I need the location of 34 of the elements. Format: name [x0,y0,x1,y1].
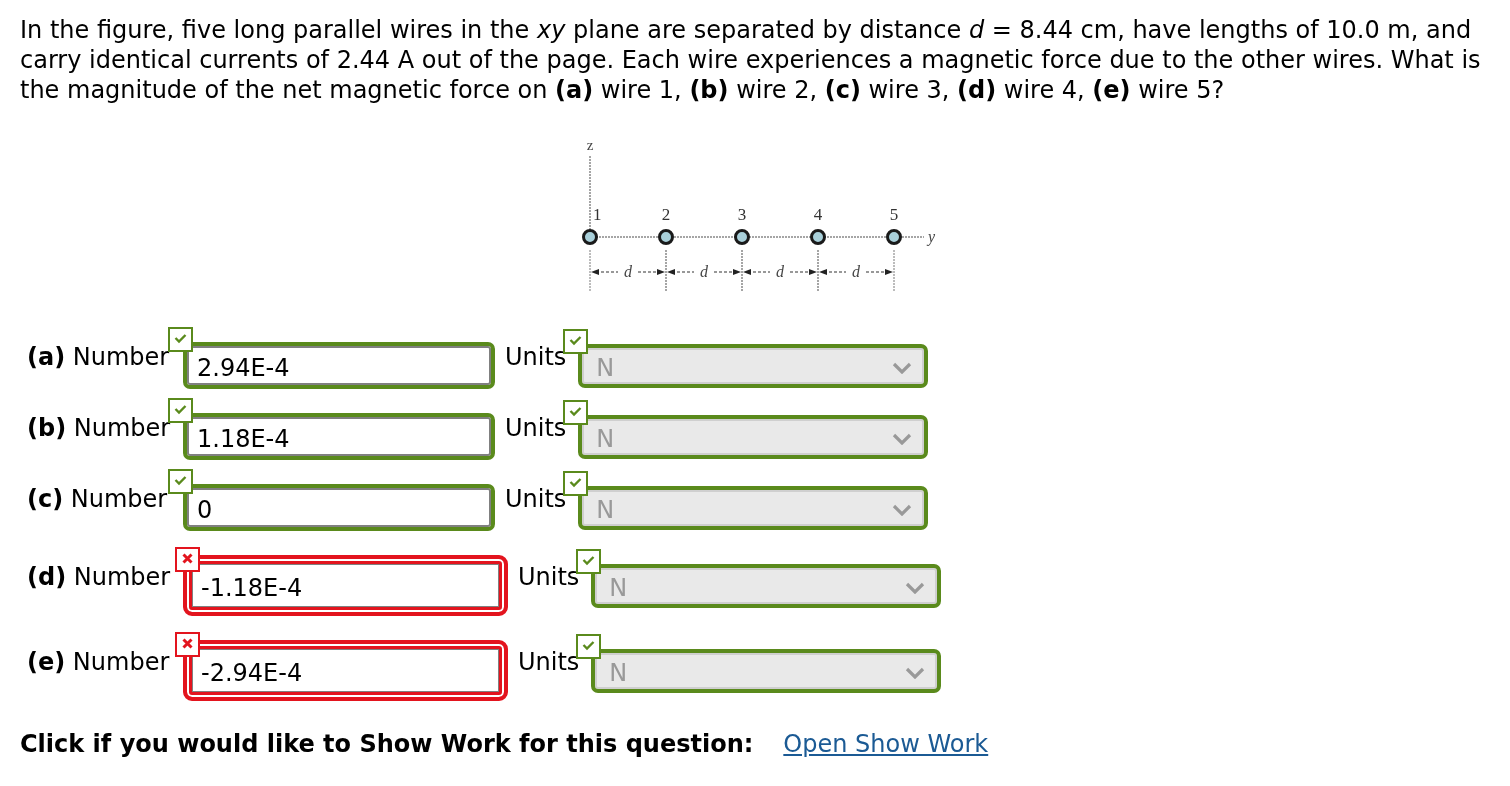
units-label: Units [518,647,580,676]
wire-number: 3 [737,205,747,224]
show-work-link[interactable]: Open Show Work [783,729,989,759]
chevron-icon [892,432,913,445]
wire-number: 5 [889,205,899,224]
chevron-icon [905,581,926,594]
answer-field[interactable]: -2.94E-4 [183,640,508,701]
wire-number: 2 [661,205,671,224]
distance-label: d [852,263,860,280]
units-label: Units [505,484,567,513]
axis-label: z [586,137,594,153]
answer-label: (a) Number [27,342,171,371]
wire-number: 4 [813,205,823,224]
show-work-prompt: Click if you would like to Show Work for this question: [20,729,754,759]
units-label: Units [518,562,580,591]
wire-number: 1 [593,205,602,224]
answer-field[interactable]: 2.94E-4 [183,342,495,389]
axis-label: y [928,228,936,245]
answer-label: (e) Number [27,647,171,676]
units-label: Units [505,342,567,371]
units-label: Units [505,413,567,442]
answer-field[interactable]: 0 [183,484,495,531]
chevron-icon [905,666,926,679]
answer-label: (c) Number [27,484,169,513]
answer-field[interactable]: -1.18E-4 [183,555,508,616]
distance-label: d [700,263,708,280]
distance-label: d [624,263,632,280]
answer-label: (d) Number [27,562,172,591]
answer-label: (b) Number [27,413,172,442]
question-text: In the figure, five long parallel wires in the xy plane are separated by distance d = 8.44 cm, have lengths of 10.0 m, and carry identical currents of 2.44 A out of the page. Each wire experiences a magnetic force due to the other wires. What is the magnitude of the net magnetic force on (a) wire 1, (b) wire 2, (c) wire 3, (d) wire 4, (e) wire 5? [20,15,1482,105]
answer-field[interactable]: 1.18E-4 [183,413,495,460]
chevron-icon [892,361,913,374]
chevron-icon [892,503,913,516]
distance-label: d [776,263,784,280]
